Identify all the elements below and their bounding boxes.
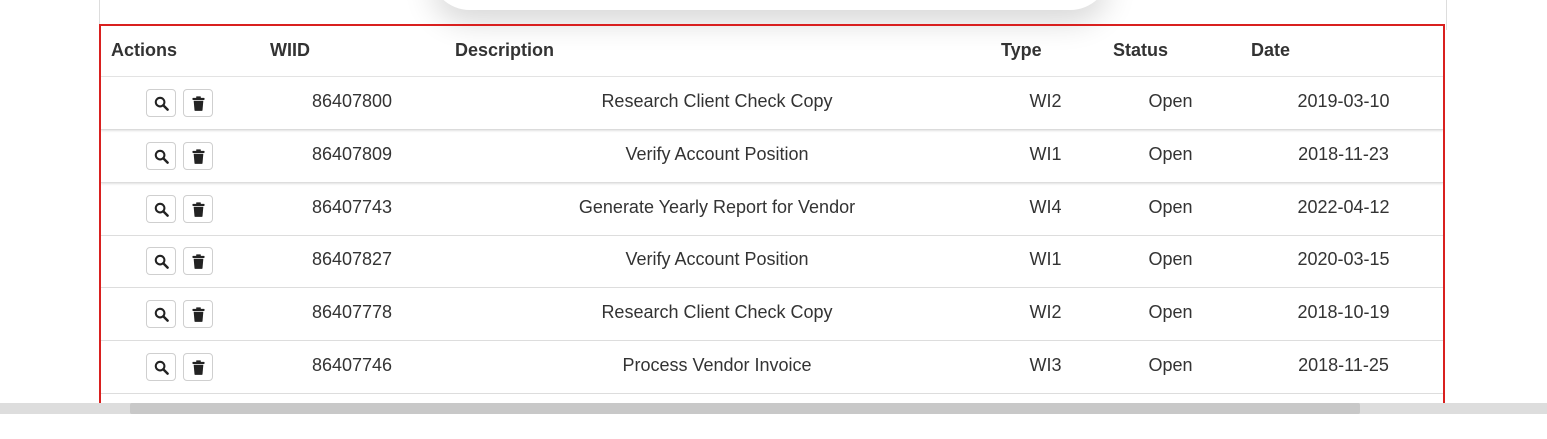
trash-icon [191, 359, 205, 375]
search-icon [154, 202, 169, 217]
view-button[interactable] [146, 89, 176, 117]
cell-type: WI2 [1029, 91, 1062, 111]
trash-icon [191, 95, 205, 111]
cell-status: Open [1148, 144, 1193, 164]
header-type[interactable]: Type [1001, 40, 1042, 61]
trash-icon [191, 306, 205, 322]
view-button[interactable] [146, 142, 176, 170]
search-icon [154, 360, 169, 375]
cell-status: Open [1148, 355, 1193, 375]
cell-date: 2020-03-15 [1297, 249, 1390, 269]
trash-icon [191, 253, 205, 269]
delete-button[interactable] [183, 142, 213, 170]
cell-type: WI3 [1029, 355, 1062, 375]
table-header-row: Actions WIID Description Type Status Dat… [101, 26, 1443, 77]
scrollbar-thumb[interactable] [130, 403, 1360, 414]
search-icon [154, 149, 169, 164]
cell-status: Open [1148, 197, 1193, 217]
cell-wiid: 86407746 [311, 355, 393, 375]
search-icon [154, 307, 169, 322]
cell-status: Open [1148, 302, 1193, 322]
cell-date: 2018-10-19 [1297, 302, 1390, 322]
table-row: 86407778 Research Client Check Copy WI2 Ope… [101, 288, 1443, 341]
table-row: 86407827 Verify Account Position WI1 Open 20… [101, 235, 1443, 288]
cell-date: 2022-04-12 [1297, 197, 1390, 217]
table-row: 86407800 Research Client Check Copy WI2 Ope… [101, 77, 1443, 130]
view-button[interactable] [146, 300, 176, 328]
view-button[interactable] [146, 195, 176, 223]
search-icon [154, 254, 169, 269]
delete-button[interactable] [183, 353, 213, 381]
cell-status: Open [1148, 249, 1193, 269]
cell-wiid: 86407800 [311, 91, 393, 111]
cell-type: WI4 [1029, 197, 1062, 217]
cell-date: 2018-11-25 [1298, 355, 1389, 375]
delete-button[interactable] [183, 89, 213, 117]
cell-type: WI1 [1029, 249, 1062, 269]
trash-icon [191, 148, 205, 164]
cell-description: Generate Yearly Report for Vendor [578, 197, 856, 217]
cell-description: Research Client Check Copy [601, 91, 833, 111]
cell-wiid: 86407827 [311, 249, 393, 269]
header-description[interactable]: Description [455, 40, 554, 61]
table-row: 86407809 Verify Account Position WI1 Open 20… [101, 130, 1443, 183]
delete-button[interactable] [183, 195, 213, 223]
table-row: 86407746 Process Vendor Invoice WI3 Open 201… [101, 341, 1443, 394]
cell-date: 2018-11-23 [1298, 144, 1389, 164]
panel-border-right [1446, 0, 1447, 30]
cell-wiid: 86407778 [311, 302, 393, 322]
header-wiid[interactable]: WIID [270, 40, 310, 61]
search-icon [154, 96, 169, 111]
cell-description: Research Client Check Copy [601, 302, 833, 322]
view-button[interactable] [146, 247, 176, 275]
table-row: 86407743 Generate Yearly Report for Vendo… [101, 183, 1443, 236]
header-status[interactable]: Status [1113, 40, 1168, 61]
horizontal-scrollbar[interactable] [0, 403, 1547, 414]
cell-status: Open [1148, 91, 1193, 111]
cell-description: Verify Account Position [625, 144, 809, 164]
cell-type: WI2 [1029, 302, 1062, 322]
cell-description: Verify Account Position [625, 249, 809, 269]
trash-icon [191, 201, 205, 217]
cell-wiid: 86407809 [311, 144, 393, 164]
card-shadow [430, 0, 1110, 10]
delete-button[interactable] [183, 247, 213, 275]
cell-wiid: 86407743 [311, 197, 393, 217]
work-items-table: Actions WIID Description Type Status Dat… [99, 24, 1445, 412]
cell-description: Process Vendor Invoice [622, 355, 812, 375]
header-date[interactable]: Date [1251, 40, 1290, 61]
view-button[interactable] [146, 353, 176, 381]
delete-button[interactable] [183, 300, 213, 328]
cell-type: WI1 [1029, 144, 1062, 164]
cell-date: 2019-03-10 [1297, 91, 1390, 111]
header-actions: Actions [111, 40, 178, 60]
